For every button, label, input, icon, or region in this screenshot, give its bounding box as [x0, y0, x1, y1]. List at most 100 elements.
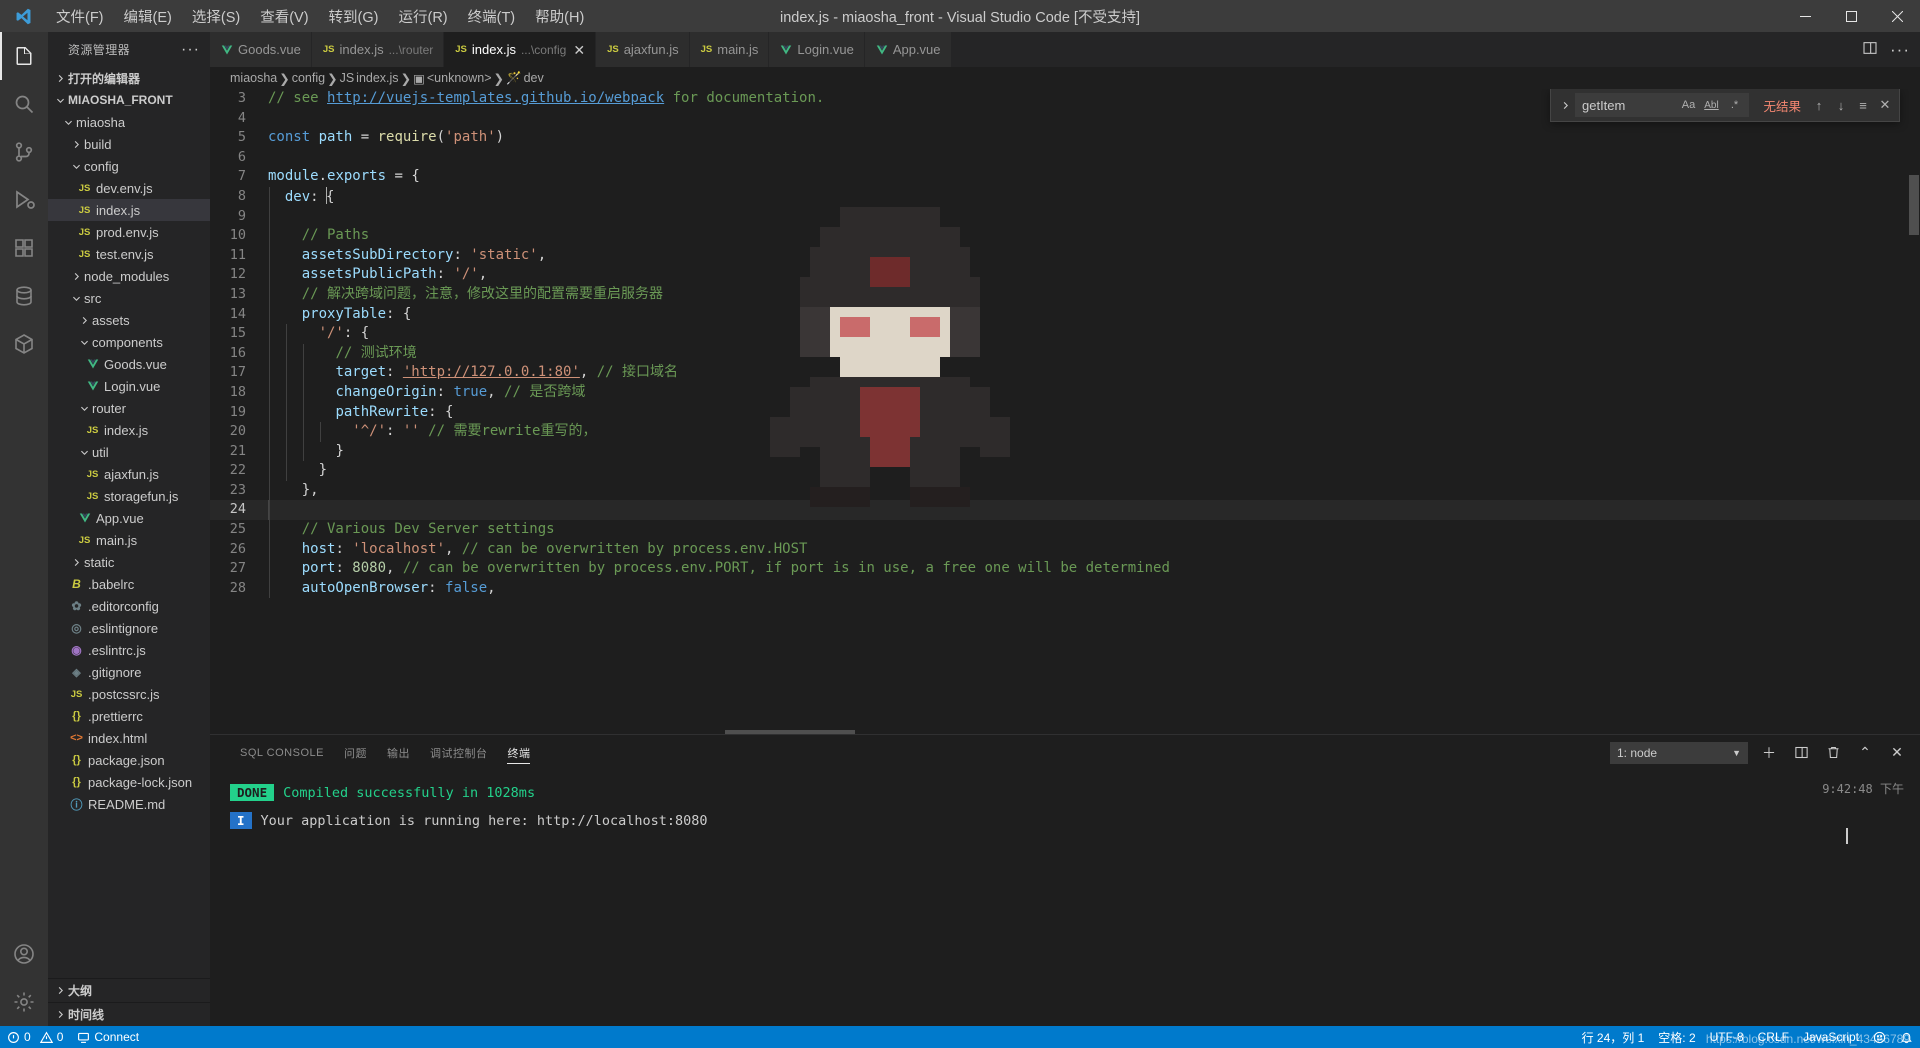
panel-actions[interactable]: 1: node ▼ ＋ ⌃ ✕ — [1610, 741, 1920, 764]
new-terminal-icon[interactable]: ＋ — [1758, 742, 1780, 764]
code-line[interactable]: 23 }, — [210, 480, 1920, 501]
code-line[interactable]: 16 // 测试环境 — [210, 343, 1920, 364]
tab-bar[interactable]: Goods.vue JS index.js ...\router JS index.js.… — [210, 32, 1920, 67]
file-tree[interactable]: miaosha build config JS dev.env.js JS index.js… — [48, 111, 210, 978]
code-line[interactable]: 11 assetsSubDirectory: 'static', — [210, 245, 1920, 266]
code-line[interactable]: 9 — [210, 206, 1920, 227]
previous-match-icon[interactable]: ↑ — [1809, 95, 1829, 115]
code-line[interactable]: 19 pathRewrite: { — [210, 402, 1920, 423]
code-line[interactable]: 24 — [210, 500, 1920, 521]
code-line[interactable]: 18 changeOrigin: true, // 是否跨域 — [210, 382, 1920, 403]
sidebar-more-icon[interactable]: ··· — [181, 41, 200, 57]
menu-terminal[interactable]: 终端(T) — [458, 0, 526, 32]
tree-item-goods-vue[interactable]: Goods.vue — [48, 353, 210, 375]
close-panel-icon[interactable]: ✕ — [1886, 742, 1908, 764]
tree-item-main-js[interactable]: JS main.js — [48, 529, 210, 551]
minimize-button[interactable] — [1782, 0, 1828, 32]
panel-tab-输出[interactable]: 输出 — [377, 735, 420, 770]
code-lines[interactable]: 3// see http://vuejs-templates.github.io… — [210, 89, 1920, 734]
tab-index-js-config[interactable]: JS index.js ...\config ✕ — [444, 32, 597, 67]
tree-item-index-js[interactable]: JS index.js — [48, 419, 210, 441]
close-find-icon[interactable]: ✕ — [1875, 95, 1895, 115]
tree-item-index-js[interactable]: JS index.js — [48, 199, 210, 221]
activity-search[interactable] — [0, 80, 48, 128]
activity-bar[interactable] — [0, 32, 48, 1026]
find-input[interactable]: getItem Aa Abl .* — [1575, 93, 1750, 117]
tab-login-vue[interactable]: Login.vue — [769, 32, 865, 67]
regex-icon[interactable]: .* — [1724, 95, 1744, 115]
status-problems[interactable]: 0 0 — [0, 1026, 70, 1048]
status-bar[interactable]: 0 0 Connect 行 24，列 1 空格: 2 UTF-8 CRLF Ja… — [0, 1026, 1920, 1048]
code-line[interactable]: 15 '/': { — [210, 324, 1920, 344]
terminal-output[interactable]: DONE Compiled successfully in 1028ms I Y… — [210, 770, 1920, 1026]
tab-goods-vue[interactable]: Goods.vue — [210, 32, 312, 67]
code-line[interactable]: 26 host: 'localhost', // can be overwrit… — [210, 539, 1920, 560]
status-connect[interactable]: Connect — [70, 1026, 146, 1048]
tree-item-test-env-js[interactable]: JS test.env.js — [48, 243, 210, 265]
split-terminal-icon[interactable] — [1790, 742, 1812, 764]
activity-source-control[interactable] — [0, 128, 48, 176]
tree-item-package-json[interactable]: {} package.json — [48, 749, 210, 771]
code-line[interactable]: 20 '^/': '' // 需要rewrite重写的， — [210, 422, 1920, 442]
open-editors-section[interactable]: 打开的编辑器 — [48, 67, 210, 89]
tree-item-assets[interactable]: assets — [48, 309, 210, 331]
terminal-selector[interactable]: 1: node ▼ — [1610, 741, 1748, 764]
menu-selection[interactable]: 选择(S) — [182, 0, 250, 32]
code-line[interactable]: 6 — [210, 148, 1920, 168]
tree-item-readme-md[interactable]: ⓘ README.md — [48, 793, 210, 815]
tree-item-babelrc[interactable]: B .babelrc — [48, 573, 210, 595]
code-line[interactable]: 14 proxyTable: { — [210, 304, 1920, 325]
tree-item-eslintrc-js[interactable]: ◉ .eslintrc.js — [48, 639, 210, 661]
panel-tab-终端[interactable]: 终端 — [497, 735, 540, 770]
split-editor-icon[interactable] — [1862, 40, 1878, 60]
whole-word-icon[interactable]: Abl — [1701, 95, 1721, 115]
tree-item-dev-env-js[interactable]: JS dev.env.js — [48, 177, 210, 199]
find-buttons[interactable]: ↑ ↓ ≡ ✕ — [1809, 95, 1895, 115]
code-line[interactable]: 28 autoOpenBrowser: false, — [210, 578, 1920, 599]
scrollbar-thumb[interactable] — [1909, 175, 1919, 235]
tree-item-login-vue[interactable]: Login.vue — [48, 375, 210, 397]
breadcrumb-dev[interactable]: dev — [524, 71, 544, 85]
menu-view[interactable]: 查看(V) — [250, 0, 318, 32]
panel-tab-问题[interactable]: 问题 — [334, 735, 377, 770]
menu-goto[interactable]: 转到(G) — [319, 0, 389, 32]
tree-item-editorconfig[interactable]: ✿ .editorconfig — [48, 595, 210, 617]
breadcrumb-unknown[interactable]: <unknown> — [427, 71, 492, 85]
tree-item-index-html[interactable]: <> index.html — [48, 727, 210, 749]
code-line[interactable]: 5 const path = require('path') — [210, 128, 1920, 148]
menu-bar[interactable]: 文件(F) 编辑(E) 选择(S) 查看(V) 转到(G) 运行(R) 终端(T… — [46, 0, 594, 32]
tree-item-components[interactable]: components — [48, 331, 210, 353]
activity-database[interactable] — [0, 272, 48, 320]
breadcrumb-config[interactable]: config — [292, 71, 325, 85]
tree-item-storagefun-js[interactable]: JS storagefun.js — [48, 485, 210, 507]
next-match-icon[interactable]: ↓ — [1831, 95, 1851, 115]
activity-explorer[interactable] — [0, 32, 48, 80]
find-in-selection-icon[interactable]: ≡ — [1853, 95, 1873, 115]
find-widget[interactable]: getItem Aa Abl .* 无结果 ↑ ↓ ≡ ✕ — [1550, 89, 1900, 122]
panel-tabs[interactable]: SQL CONSOLE 问题 输出 调试控制台 终端 — [230, 735, 540, 770]
tree-item-miaosha[interactable]: miaosha — [48, 111, 210, 133]
maximize-panel-icon[interactable]: ⌃ — [1854, 742, 1876, 764]
code-line[interactable]: 8 dev: { — [210, 186, 1920, 207]
code-line[interactable]: 7 module.exports = { — [210, 167, 1920, 187]
menu-run[interactable]: 运行(R) — [388, 0, 457, 32]
kill-terminal-icon[interactable] — [1822, 742, 1844, 764]
tab-list[interactable]: Goods.vue JS index.js ...\router JS index.js.… — [210, 32, 952, 67]
tree-item-app-vue[interactable]: App.vue — [48, 507, 210, 529]
code-line[interactable]: 17 target: 'http://127.0.0.1:80', // 接口域… — [210, 363, 1920, 383]
match-case-icon[interactable]: Aa — [1678, 95, 1698, 115]
tab-ajaxfun-js[interactable]: JS ajaxfun.js — [596, 32, 690, 67]
activity-extensions[interactable] — [0, 224, 48, 272]
editor-actions[interactable]: ··· — [1862, 32, 1920, 67]
tree-item-config[interactable]: config — [48, 155, 210, 177]
tree-item-util[interactable]: util — [48, 441, 210, 463]
tab-main-js[interactable]: JS main.js — [689, 32, 770, 67]
close-button[interactable] — [1874, 0, 1920, 32]
find-options[interactable]: Aa Abl .* — [1678, 95, 1744, 115]
window-controls[interactable] — [1782, 0, 1920, 32]
timeline-section[interactable]: 时间线 — [48, 1002, 210, 1026]
tab-index-js-router[interactable]: JS index.js ...\router — [311, 32, 445, 67]
code-line[interactable]: 25 // Various Dev Server settings — [210, 520, 1920, 540]
code-line[interactable]: 27 port: 8080, // can be overwritten by … — [210, 559, 1920, 579]
horizontal-scrollbar-thumb[interactable] — [725, 730, 855, 734]
